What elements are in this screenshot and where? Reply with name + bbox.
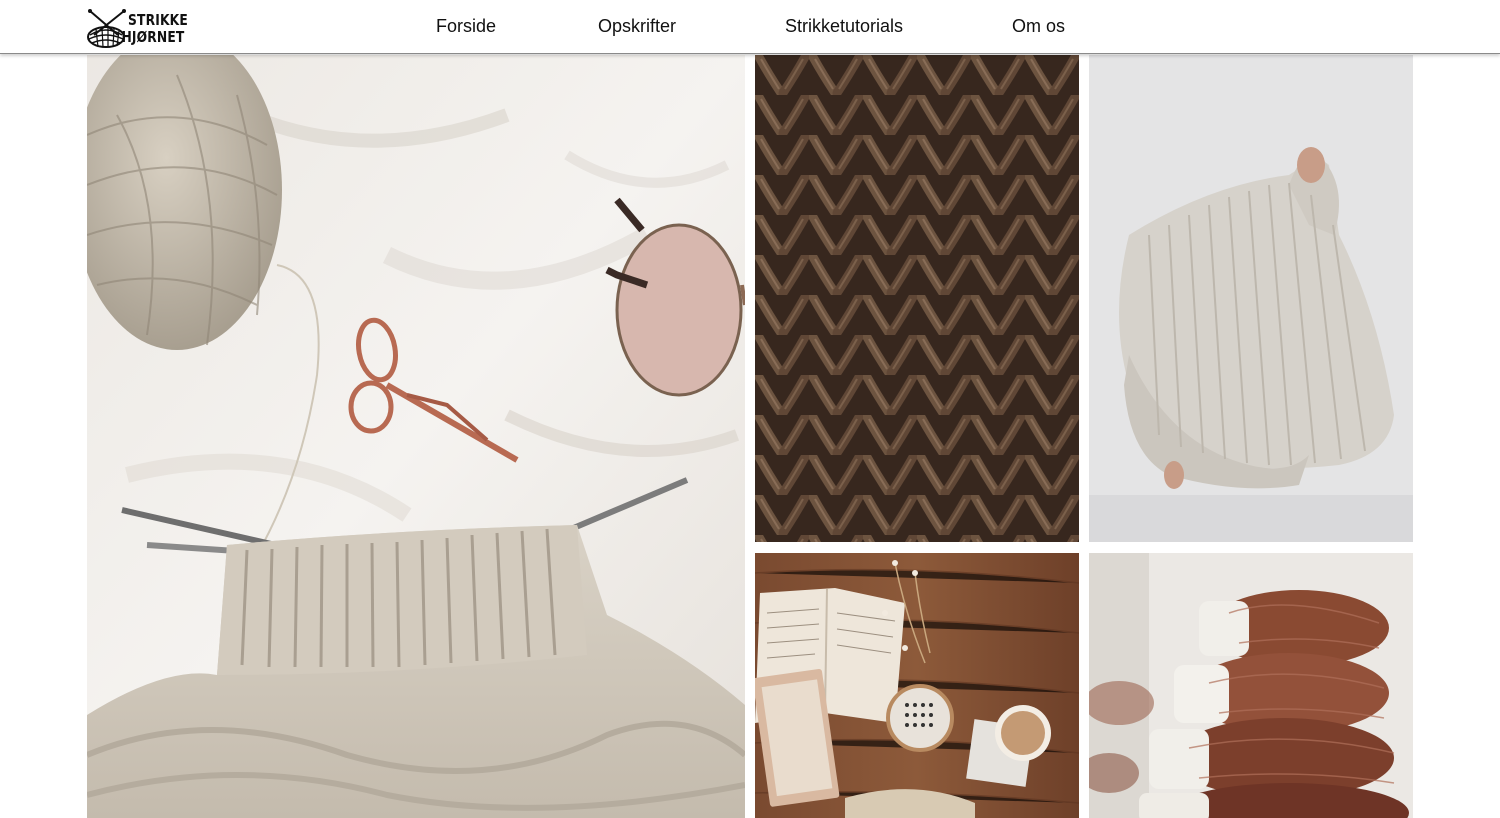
gallery-image-notebook-coffee[interactable] <box>755 553 1079 818</box>
brand-line-1: STRIKKE <box>128 11 188 29</box>
gallery-image-knitting-flatlay[interactable] <box>87 55 745 818</box>
knitting-flatlay-image <box>87 55 745 818</box>
brand-name: STRIKKE HJØRNET <box>121 11 188 46</box>
white-sweater-image <box>1089 55 1413 542</box>
nav-om-os[interactable]: Om os <box>1012 16 1065 37</box>
gallery-image-white-sweater[interactable] <box>1089 55 1413 542</box>
nav-strikketutorials[interactable]: Strikketutorials <box>785 16 903 37</box>
gallery-image-mohair-yarn[interactable] <box>1089 553 1413 818</box>
brand-line-2: HJØRNET <box>121 28 185 46</box>
mohair-yarn-image <box>1089 553 1413 818</box>
site-header: STRIKKE HJØRNET Forside Opskrifter Strik… <box>0 0 1500 54</box>
nav-opskrifter[interactable]: Opskrifter <box>598 16 676 37</box>
site-logo[interactable]: STRIKKE HJØRNET <box>84 7 194 49</box>
gallery-image-knit-texture[interactable] <box>755 55 1079 542</box>
notebook-coffee-image <box>755 553 1079 818</box>
knit-texture-image <box>755 55 1079 542</box>
nav-forside[interactable]: Forside <box>436 16 496 37</box>
